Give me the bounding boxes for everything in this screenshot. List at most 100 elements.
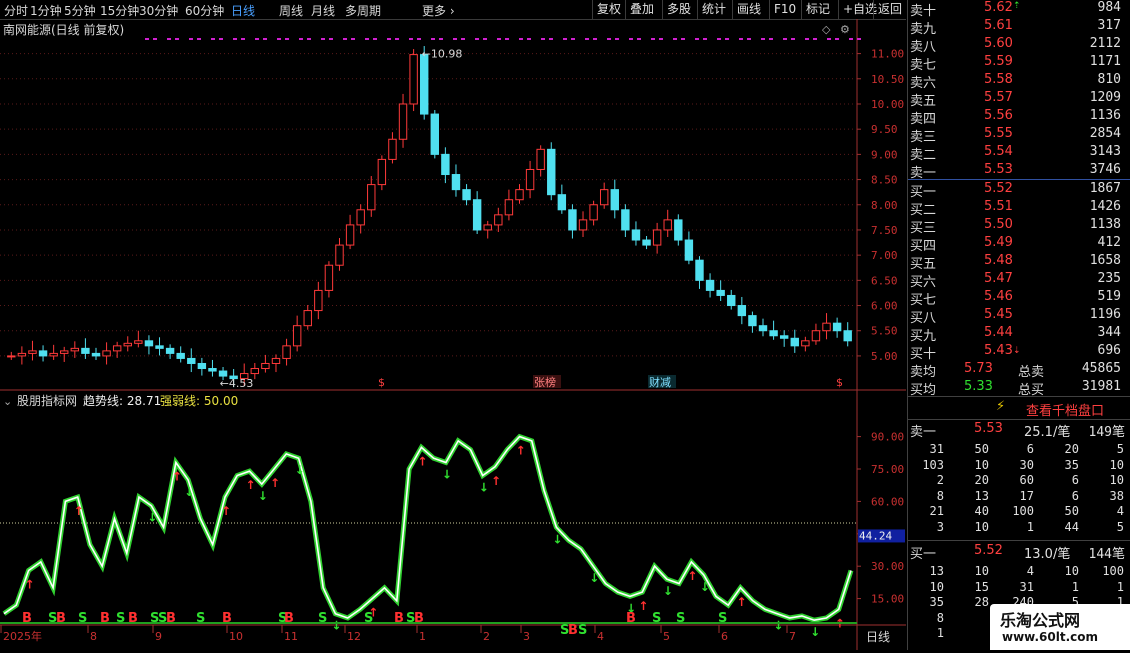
bid-price: 5.44 xyxy=(984,325,1013,340)
ask-price: 5.55 xyxy=(984,126,1013,141)
candle-body xyxy=(483,224,492,231)
ask-label: 卖六 xyxy=(910,76,937,91)
ask-volume: 3143 xyxy=(1089,144,1121,159)
x-axis-label: 11 xyxy=(284,630,298,643)
signal-dot xyxy=(453,38,457,40)
toolbar-button-2[interactable]: 多股 xyxy=(662,0,695,19)
avg-sell-row: 卖均 5.73 总卖 45865 xyxy=(908,361,1130,380)
bid1-depth-queue-row: 10 15 31 1 1 xyxy=(908,580,1130,596)
signal-dot xyxy=(659,38,663,40)
x-axis-label: 6 xyxy=(721,630,728,643)
queue-cell: 60 xyxy=(1019,473,1034,487)
ask-row[interactable]: 卖四 5.56 1136 xyxy=(908,108,1130,127)
candle-body xyxy=(811,330,821,342)
queue-cell: 50 xyxy=(1064,504,1079,518)
toolbar-button-6[interactable]: 标记 xyxy=(801,0,834,19)
signal-dot xyxy=(593,38,597,40)
signal-dot xyxy=(739,38,743,40)
signal-dot xyxy=(431,38,435,40)
period-tab-5[interactable]: 60分钟 xyxy=(185,2,224,19)
period-tab-0[interactable]: 分时 xyxy=(4,2,28,19)
signal-dot xyxy=(365,38,369,40)
period-tab-2[interactable]: 5分钟 xyxy=(64,2,96,19)
queue-cell: 20 xyxy=(974,473,989,487)
ask-row[interactable]: 卖五 5.57 1209 xyxy=(908,90,1130,109)
ask-row[interactable]: 卖七 5.59 1171 xyxy=(908,54,1130,73)
period-tab-7[interactable]: 周线 xyxy=(279,2,303,19)
x-axis-label: 7 xyxy=(789,630,796,643)
ask-row[interactable]: 卖八 5.60 2112 xyxy=(908,36,1130,55)
period-tab-8[interactable]: 月线 xyxy=(311,2,335,19)
buy-arrow: ↑ xyxy=(270,476,280,490)
period-tab-6[interactable]: 日线 xyxy=(231,2,255,19)
candle-body xyxy=(17,352,27,357)
ask-price: 5.53 xyxy=(984,162,1013,177)
indicator-y-label: 90.00 xyxy=(871,431,904,444)
period-tab-3[interactable]: 15分钟 xyxy=(100,2,139,19)
toolbar-button-4[interactable]: 画线 xyxy=(732,0,765,19)
indicator-name: 股朋指标网 xyxy=(17,393,77,408)
ask-row[interactable]: 卖九 5.61 317 xyxy=(908,18,1130,37)
candle-body xyxy=(91,352,101,357)
toolbar-button-1[interactable]: 叠加 xyxy=(625,0,658,19)
ask-price: 5.59 xyxy=(984,54,1013,69)
signal-dot xyxy=(629,38,633,40)
candle-body xyxy=(38,350,48,357)
period-tab-4[interactable]: 30分钟 xyxy=(139,2,178,19)
ask-row[interactable]: 卖一 5.53 3746 xyxy=(908,162,1130,181)
signal-dot xyxy=(519,38,523,40)
bid-row[interactable]: 买八 5.45 1196 xyxy=(908,307,1130,326)
candle-body xyxy=(314,289,323,312)
period-tab-9[interactable]: 多周期 xyxy=(345,2,381,19)
period-tab-1[interactable]: 1分钟 xyxy=(30,2,62,19)
bid-volume: 344 xyxy=(1097,325,1121,340)
toolbar-button-5[interactable]: F10 xyxy=(769,0,800,19)
candle-body xyxy=(515,189,524,201)
candle-body xyxy=(642,239,651,246)
buy-arrow: ↑ xyxy=(74,504,84,518)
queue-cell: 10 xyxy=(1109,457,1124,472)
x-axis-label: 8 xyxy=(90,630,97,643)
bid-row[interactable]: 买二 5.51 1426 xyxy=(908,199,1130,218)
up-arrow-icon: ⇡ xyxy=(1013,1,1021,11)
ask-row[interactable]: 卖六 5.58 810 xyxy=(908,72,1130,91)
trend-line-label: 趋势线: 28.71 xyxy=(83,394,161,408)
signal-dot xyxy=(329,38,333,40)
toolbar-button-3[interactable]: 统计 xyxy=(697,0,730,19)
more-menu[interactable]: 更多 › xyxy=(422,2,455,19)
queue-cell: 8 xyxy=(936,488,944,503)
signal-dot xyxy=(769,38,773,40)
queue-cell: 10 xyxy=(929,579,944,594)
total-buy-value: 31981 xyxy=(1081,379,1121,394)
toolbar-button-8[interactable]: 返回 xyxy=(873,0,906,19)
kline-chart[interactable]: 南网能源(日线 前复权) ◇ ⚙ 11.00 10.50 10.00 9.50 9.00 8.5… xyxy=(0,19,906,650)
depth-button[interactable]: ⚡ 查看千档盘口 xyxy=(908,398,1130,419)
bid-row[interactable]: 买七 5.46 519 xyxy=(908,289,1130,308)
signal-dot xyxy=(695,38,699,40)
queue-cell: 5 xyxy=(1116,442,1124,456)
bid-row[interactable]: 买五 5.48 1658 xyxy=(908,253,1130,272)
bid-row[interactable]: 买六 5.47 235 xyxy=(908,271,1130,290)
signal-dot xyxy=(321,38,325,40)
signal-dot xyxy=(615,38,619,40)
bid-row[interactable]: 买九 5.44 344 xyxy=(908,325,1130,344)
ask-volume: 2854 xyxy=(1089,126,1121,141)
ask1-depth-price: 5.53 xyxy=(974,421,1003,436)
sell-arrow: ↓ xyxy=(773,619,783,633)
ask1-depth-label: 卖一 xyxy=(910,425,937,440)
bid-row[interactable]: 买一 5.52 1867 xyxy=(908,181,1130,200)
bid-volume: 1867 xyxy=(1089,181,1121,196)
candle-body xyxy=(28,350,37,354)
x-axis-label: 4 xyxy=(597,630,604,643)
candle-body xyxy=(218,370,228,377)
bid-row[interactable]: 买三 5.50 1138 xyxy=(908,217,1130,236)
candle-body xyxy=(420,54,429,115)
queue-cell: 6 xyxy=(1071,473,1079,487)
signal-dot xyxy=(145,38,149,40)
toolbar-button-0[interactable]: 复权 xyxy=(592,0,625,19)
ask-volume: 1171 xyxy=(1089,54,1121,69)
ask-row[interactable]: 卖二 5.54 3143 xyxy=(908,144,1130,163)
bid-label: 买二 xyxy=(910,203,937,218)
bid-row[interactable]: 买四 5.49 412 xyxy=(908,235,1130,254)
ask-row[interactable]: 卖三 5.55 2854 xyxy=(908,126,1130,145)
